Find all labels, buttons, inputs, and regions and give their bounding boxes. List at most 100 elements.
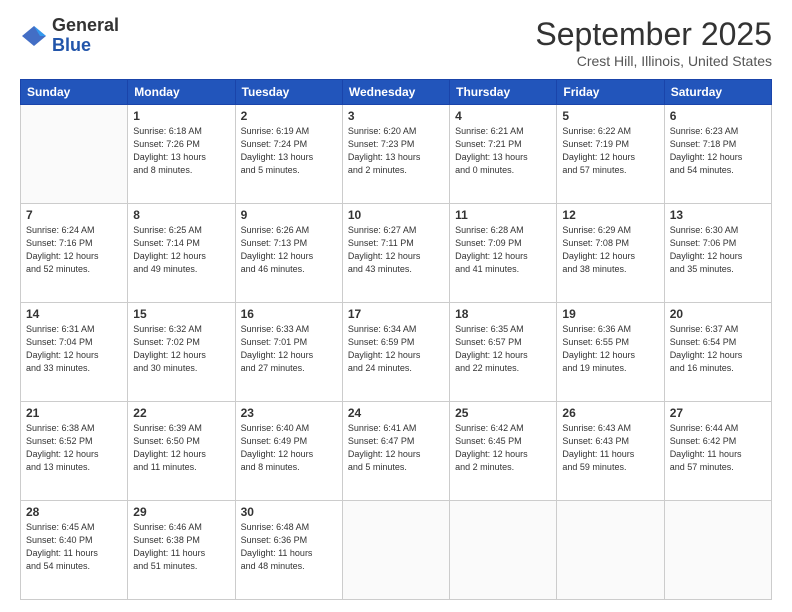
day-info: Sunrise: 6:41 AMSunset: 6:47 PMDaylight:…: [348, 422, 444, 474]
day-number: 19: [562, 307, 658, 321]
day-info: Sunrise: 6:24 AMSunset: 7:16 PMDaylight:…: [26, 224, 122, 276]
col-monday: Monday: [128, 80, 235, 105]
day-info: Sunrise: 6:39 AMSunset: 6:50 PMDaylight:…: [133, 422, 229, 474]
day-info: Sunrise: 6:20 AMSunset: 7:23 PMDaylight:…: [348, 125, 444, 177]
page: General Blue September 2025 Crest Hill, …: [0, 0, 792, 612]
calendar-header-row: Sunday Monday Tuesday Wednesday Thursday…: [21, 80, 772, 105]
table-row: 6 Sunrise: 6:23 AMSunset: 7:18 PMDaylight…: [664, 105, 771, 204]
table-row: 29 Sunrise: 6:46 AMSunset: 6:38 PMDayligh…: [128, 501, 235, 600]
table-row: 9 Sunrise: 6:26 AMSunset: 7:13 PMDaylight…: [235, 204, 342, 303]
calendar-week-row: 14Sunrise: 6:31 AMSunset: 7:04 PMDayligh…: [21, 303, 772, 402]
table-row: 22 Sunrise: 6:39 AMSunset: 6:50 PMDayligh…: [128, 402, 235, 501]
day-number: 8: [133, 208, 229, 222]
day-info: Sunrise: 6:33 AMSunset: 7:01 PMDaylight:…: [241, 323, 337, 375]
table-row: 11Sunrise: 6:28 AMSunset: 7:09 PMDayligh…: [450, 204, 557, 303]
month-title: September 2025: [535, 16, 772, 53]
day-info: Sunrise: 6:44 AMSunset: 6:42 PMDaylight:…: [670, 422, 766, 474]
logo-icon: [20, 22, 48, 50]
day-number: 12: [562, 208, 658, 222]
table-row: 4Sunrise: 6:21 AMSunset: 7:21 PMDaylight…: [450, 105, 557, 204]
calendar-week-row: 28Sunrise: 6:45 AMSunset: 6:40 PMDayligh…: [21, 501, 772, 600]
table-row: 24Sunrise: 6:41 AMSunset: 6:47 PMDayligh…: [342, 402, 449, 501]
day-info: Sunrise: 6:22 AMSunset: 7:19 PMDaylight:…: [562, 125, 658, 177]
day-info: Sunrise: 6:18 AMSunset: 7:26 PMDaylight:…: [133, 125, 229, 177]
day-number: 7: [26, 208, 122, 222]
day-number: 2: [241, 109, 337, 123]
day-number: 15: [133, 307, 229, 321]
day-number: 25: [455, 406, 551, 420]
day-info: Sunrise: 6:35 AMSunset: 6:57 PMDaylight:…: [455, 323, 551, 375]
table-row: 8 Sunrise: 6:25 AMSunset: 7:14 PMDaylight…: [128, 204, 235, 303]
day-info: Sunrise: 6:30 AMSunset: 7:06 PMDaylight:…: [670, 224, 766, 276]
calendar-week-row: 1 Sunrise: 6:18 AMSunset: 7:26 PMDaylight…: [21, 105, 772, 204]
table-row: 18Sunrise: 6:35 AMSunset: 6:57 PMDayligh…: [450, 303, 557, 402]
day-number: 6: [670, 109, 766, 123]
day-info: Sunrise: 6:25 AMSunset: 7:14 PMDaylight:…: [133, 224, 229, 276]
table-row: [21, 105, 128, 204]
day-number: 20: [670, 307, 766, 321]
day-number: 30: [241, 505, 337, 519]
day-info: Sunrise: 6:26 AMSunset: 7:13 PMDaylight:…: [241, 224, 337, 276]
day-number: 4: [455, 109, 551, 123]
day-info: Sunrise: 6:32 AMSunset: 7:02 PMDaylight:…: [133, 323, 229, 375]
day-number: 26: [562, 406, 658, 420]
title-block: September 2025 Crest Hill, Illinois, Uni…: [535, 16, 772, 69]
logo-text: General Blue: [52, 16, 119, 56]
day-info: Sunrise: 6:23 AMSunset: 7:18 PMDaylight:…: [670, 125, 766, 177]
header: General Blue September 2025 Crest Hill, …: [20, 16, 772, 69]
table-row: 21 Sunrise: 6:38 AMSunset: 6:52 PMDayligh…: [21, 402, 128, 501]
calendar-week-row: 21 Sunrise: 6:38 AMSunset: 6:52 PMDayligh…: [21, 402, 772, 501]
day-number: 1: [133, 109, 229, 123]
day-number: 13: [670, 208, 766, 222]
table-row: 7 Sunrise: 6:24 AMSunset: 7:16 PMDaylight…: [21, 204, 128, 303]
day-number: 5: [562, 109, 658, 123]
day-number: 10: [348, 208, 444, 222]
day-info: Sunrise: 6:28 AMSunset: 7:09 PMDaylight:…: [455, 224, 551, 276]
day-info: Sunrise: 6:42 AMSunset: 6:45 PMDaylight:…: [455, 422, 551, 474]
col-thursday: Thursday: [450, 80, 557, 105]
col-friday: Friday: [557, 80, 664, 105]
day-info: Sunrise: 6:29 AMSunset: 7:08 PMDaylight:…: [562, 224, 658, 276]
table-row: [450, 501, 557, 600]
day-info: Sunrise: 6:36 AMSunset: 6:55 PMDaylight:…: [562, 323, 658, 375]
table-row: [664, 501, 771, 600]
day-info: Sunrise: 6:43 AMSunset: 6:43 PMDaylight:…: [562, 422, 658, 474]
day-info: Sunrise: 6:48 AMSunset: 6:36 PMDaylight:…: [241, 521, 337, 573]
table-row: 30 Sunrise: 6:48 AMSunset: 6:36 PMDayligh…: [235, 501, 342, 600]
table-row: 27Sunrise: 6:44 AMSunset: 6:42 PMDayligh…: [664, 402, 771, 501]
calendar-table: Sunday Monday Tuesday Wednesday Thursday…: [20, 79, 772, 600]
day-info: Sunrise: 6:40 AMSunset: 6:49 PMDaylight:…: [241, 422, 337, 474]
table-row: 17Sunrise: 6:34 AMSunset: 6:59 PMDayligh…: [342, 303, 449, 402]
table-row: 1 Sunrise: 6:18 AMSunset: 7:26 PMDaylight…: [128, 105, 235, 204]
table-row: [557, 501, 664, 600]
table-row: 28Sunrise: 6:45 AMSunset: 6:40 PMDayligh…: [21, 501, 128, 600]
day-number: 21: [26, 406, 122, 420]
table-row: 16 Sunrise: 6:33 AMSunset: 7:01 PMDayligh…: [235, 303, 342, 402]
day-number: 16: [241, 307, 337, 321]
day-number: 9: [241, 208, 337, 222]
day-number: 22: [133, 406, 229, 420]
col-saturday: Saturday: [664, 80, 771, 105]
table-row: 26 Sunrise: 6:43 AMSunset: 6:43 PMDayligh…: [557, 402, 664, 501]
table-row: 14Sunrise: 6:31 AMSunset: 7:04 PMDayligh…: [21, 303, 128, 402]
table-row: 2 Sunrise: 6:19 AMSunset: 7:24 PMDaylight…: [235, 105, 342, 204]
logo-blue-text: Blue: [52, 35, 91, 55]
col-sunday: Sunday: [21, 80, 128, 105]
table-row: 12 Sunrise: 6:29 AMSunset: 7:08 PMDayligh…: [557, 204, 664, 303]
logo-general-text: General: [52, 15, 119, 35]
day-info: Sunrise: 6:46 AMSunset: 6:38 PMDaylight:…: [133, 521, 229, 573]
table-row: 3Sunrise: 6:20 AMSunset: 7:23 PMDaylight…: [342, 105, 449, 204]
day-info: Sunrise: 6:38 AMSunset: 6:52 PMDaylight:…: [26, 422, 122, 474]
col-wednesday: Wednesday: [342, 80, 449, 105]
table-row: 5 Sunrise: 6:22 AMSunset: 7:19 PMDaylight…: [557, 105, 664, 204]
day-number: 29: [133, 505, 229, 519]
calendar-week-row: 7 Sunrise: 6:24 AMSunset: 7:16 PMDaylight…: [21, 204, 772, 303]
day-number: 17: [348, 307, 444, 321]
table-row: 25 Sunrise: 6:42 AMSunset: 6:45 PMDayligh…: [450, 402, 557, 501]
location: Crest Hill, Illinois, United States: [535, 53, 772, 69]
day-info: Sunrise: 6:37 AMSunset: 6:54 PMDaylight:…: [670, 323, 766, 375]
day-info: Sunrise: 6:27 AMSunset: 7:11 PMDaylight:…: [348, 224, 444, 276]
day-number: 28: [26, 505, 122, 519]
day-info: Sunrise: 6:19 AMSunset: 7:24 PMDaylight:…: [241, 125, 337, 177]
table-row: 23Sunrise: 6:40 AMSunset: 6:49 PMDayligh…: [235, 402, 342, 501]
